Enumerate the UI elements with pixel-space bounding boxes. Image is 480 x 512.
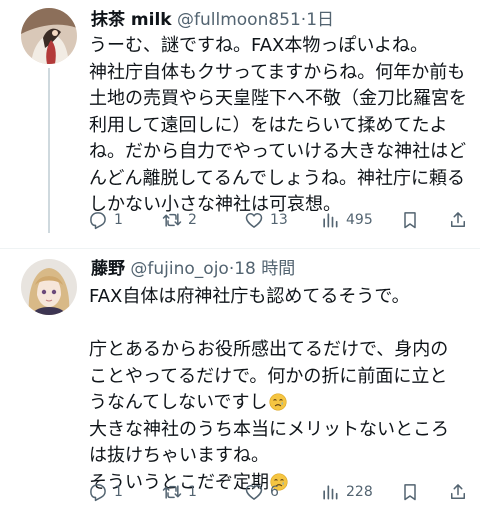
retweet-button[interactable]: 1 [162, 478, 197, 506]
timestamp[interactable]: 1日 [306, 10, 334, 30]
text-line: 神社庁自体もクサってますからね。何年か前も [89, 61, 466, 83]
text-line: は抜けちゃいますね。 [89, 445, 269, 466]
tweet-1[interactable]: 抹茶 milk @fullmoon851·1日 うーむ、謎ですね。FAX本物っぽ… [0, 0, 480, 248]
tweet-header: 抹茶 milk @fullmoon851·1日 [91, 7, 334, 33]
reply-button[interactable]: 1 [88, 206, 123, 234]
reply-count: 1 [114, 212, 123, 228]
user-handle[interactable]: @fullmoon851 [177, 10, 301, 30]
like-count: 6 [270, 484, 279, 500]
text-line: FAX自体は府神社庁も認めてるそうで。 [89, 286, 410, 307]
view-count: 495 [346, 212, 373, 228]
heart-icon [245, 213, 263, 228]
tweet-2[interactable]: 藤野 @fujino_ojo·18 時間 FAX自体は府神社庁も認めてるそうで。… [0, 249, 480, 512]
text-line: んどん離脱してるんでしょうね。神社庁に頼る [89, 167, 466, 189]
like-button[interactable]: 6 [244, 478, 279, 506]
retweet-count: 1 [188, 484, 197, 500]
retweet-count: 2 [188, 212, 197, 228]
avatar-image-fujino [21, 259, 77, 315]
share-button[interactable] [448, 206, 468, 234]
view-count: 228 [346, 484, 373, 500]
share-icon [451, 212, 465, 227]
text-line: ね。だから自力でやっていける大きな神社はど [89, 141, 467, 162]
user-handle[interactable]: @fujino_ojo [130, 259, 228, 279]
avatar[interactable] [21, 8, 77, 64]
display-name[interactable]: 抹茶 milk [91, 10, 172, 30]
share-button[interactable] [448, 478, 468, 506]
display-name[interactable]: 藤野 [91, 259, 125, 279]
retweet-icon [162, 485, 182, 499]
text-line-with-emoji: うなんてしないですし [89, 390, 471, 417]
bookmark-icon [404, 484, 416, 501]
sad-but-relieved-face-emoji [268, 393, 287, 411]
text-line: 土地の売買やら天皇陛下へ不敬（金刀比羅宮を [89, 88, 467, 109]
text-line: 大きな神社のうち本当にメリットないところ [89, 418, 449, 440]
reply-count: 1 [114, 484, 123, 500]
avatar-image-matcha [21, 8, 77, 64]
tweet-text: FAX自体は府神社庁も認めてるそうで。 庁とあるからお役所感出てるだけで、身内の… [89, 284, 471, 496]
bookmark-button[interactable] [400, 478, 420, 506]
views-button[interactable]: 228 [320, 478, 373, 506]
text-line: うーむ、謎ですね。FAX本物っぽいよね。 [89, 35, 428, 56]
like-count: 13 [270, 212, 288, 228]
action-bar: 1 2 13 495 [88, 206, 473, 234]
reply-icon [90, 212, 106, 230]
views-icon [323, 213, 338, 228]
text-line: 庁とあるからお役所感出てるだけで、身内の [89, 339, 449, 360]
text-line: うなんてしないですし [89, 392, 268, 413]
like-button[interactable]: 13 [244, 206, 288, 234]
timestamp[interactable]: 18 時間 [234, 259, 295, 279]
share-icon [451, 484, 465, 499]
retweet-button[interactable]: 2 [162, 206, 197, 234]
text-line: ことやってるだけで。何かの折に前面に立と [89, 365, 448, 387]
tweet-header: 藤野 @fujino_ojo·18 時間 [91, 256, 295, 282]
heart-icon [245, 485, 263, 500]
retweet-icon [162, 213, 182, 227]
text-line: 利用して遠回しに）をはたらいて揉めてたよ [89, 114, 448, 136]
reply-button[interactable]: 1 [88, 478, 123, 506]
views-button[interactable]: 495 [320, 206, 373, 234]
bookmark-icon [404, 212, 416, 229]
reply-icon [90, 484, 106, 502]
bookmark-button[interactable] [400, 206, 420, 234]
views-icon [323, 485, 338, 500]
action-bar: 1 1 6 228 [88, 478, 473, 506]
avatar[interactable] [21, 259, 77, 315]
tweet-text: うーむ、謎ですね。FAX本物っぽいよね。 神社庁自体もクサってますからね。何年か… [89, 33, 471, 219]
